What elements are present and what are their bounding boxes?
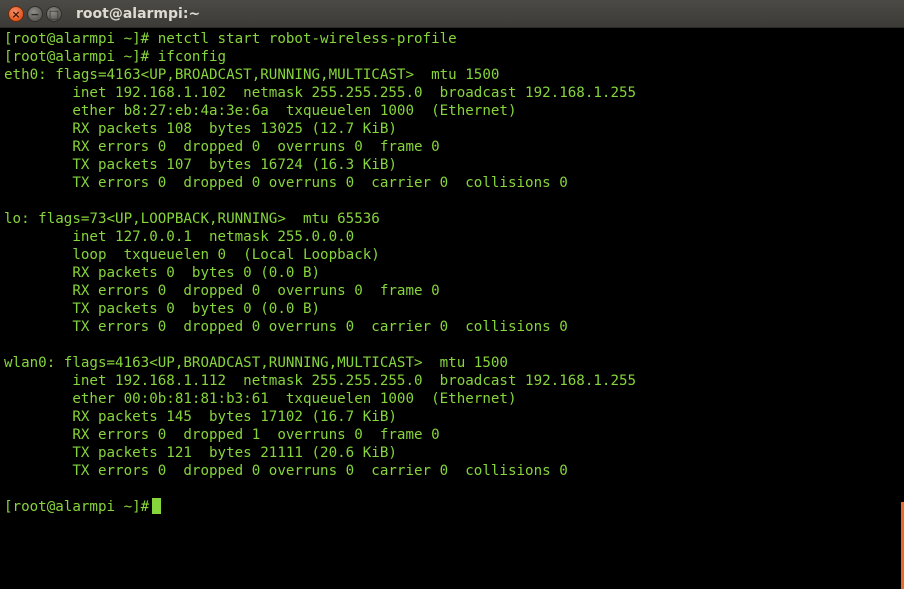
terminal-line: RX errors 0 dropped 0 overruns 0 frame 0 (4, 139, 440, 155)
terminal-line: loop txqueuelen 0 (Local Loopback) (4, 247, 380, 263)
terminal-line: ether 00:0b:81:81:b3:61 txqueuelen 1000 … (4, 391, 517, 407)
terminal-line: RX errors 0 dropped 1 overruns 0 frame 0 (4, 427, 440, 443)
terminal-cursor (152, 498, 162, 514)
terminal-line: RX packets 108 bytes 13025 (12.7 KiB) (4, 121, 397, 137)
terminal-prompt: [root@alarmpi ~]# (4, 499, 150, 515)
terminal-line: TX errors 0 dropped 0 overruns 0 carrier… (4, 175, 568, 191)
terminal-line: TX packets 121 bytes 21111 (20.6 KiB) (4, 445, 397, 461)
terminal-line: RX packets 145 bytes 17102 (16.7 KiB) (4, 409, 397, 425)
terminal-line: inet 192.168.1.112 netmask 255.255.255.0… (4, 373, 637, 389)
terminal-line: [root@alarmpi ~]# netctl start robot-wir… (4, 31, 457, 47)
minimize-icon[interactable]: − (27, 6, 43, 22)
window-title: root@alarmpi:~ (76, 6, 201, 22)
terminal-line: RX errors 0 dropped 0 overruns 0 frame 0 (4, 283, 440, 299)
terminal-output[interactable]: [root@alarmpi ~]# netctl start robot-wir… (0, 28, 904, 589)
terminal-line: TX errors 0 dropped 0 overruns 0 carrier… (4, 319, 568, 335)
window-titlebar[interactable]: × − □ root@alarmpi:~ (0, 0, 904, 28)
terminal-line: [root@alarmpi ~]# ifconfig (4, 49, 227, 65)
terminal-line: wlan0: flags=4163<UP,BROADCAST,RUNNING,M… (4, 355, 508, 371)
terminal-line: ether b8:27:eb:4a:3e:6a txqueuelen 1000 … (4, 103, 517, 119)
terminal-line: inet 127.0.0.1 netmask 255.0.0.0 (4, 229, 355, 245)
terminal-line: inet 192.168.1.102 netmask 255.255.255.0… (4, 85, 637, 101)
close-icon[interactable]: × (8, 6, 24, 22)
window-controls: × − □ (8, 6, 62, 22)
maximize-icon[interactable]: □ (46, 6, 62, 22)
terminal-line: TX errors 0 dropped 0 overruns 0 carrier… (4, 463, 568, 479)
terminal-line: lo: flags=73<UP,LOOPBACK,RUNNING> mtu 65… (4, 211, 380, 227)
terminal-line: TX packets 0 bytes 0 (0.0 B) (4, 301, 321, 317)
terminal-line: eth0: flags=4163<UP,BROADCAST,RUNNING,MU… (4, 67, 500, 83)
terminal-line: TX packets 107 bytes 16724 (16.3 KiB) (4, 157, 397, 173)
terminal-line: RX packets 0 bytes 0 (0.0 B) (4, 265, 321, 281)
terminal-window: × − □ root@alarmpi:~ [root@alarmpi ~]# n… (0, 0, 904, 589)
terminal-prompt-line[interactable]: [root@alarmpi ~]# (4, 498, 904, 516)
